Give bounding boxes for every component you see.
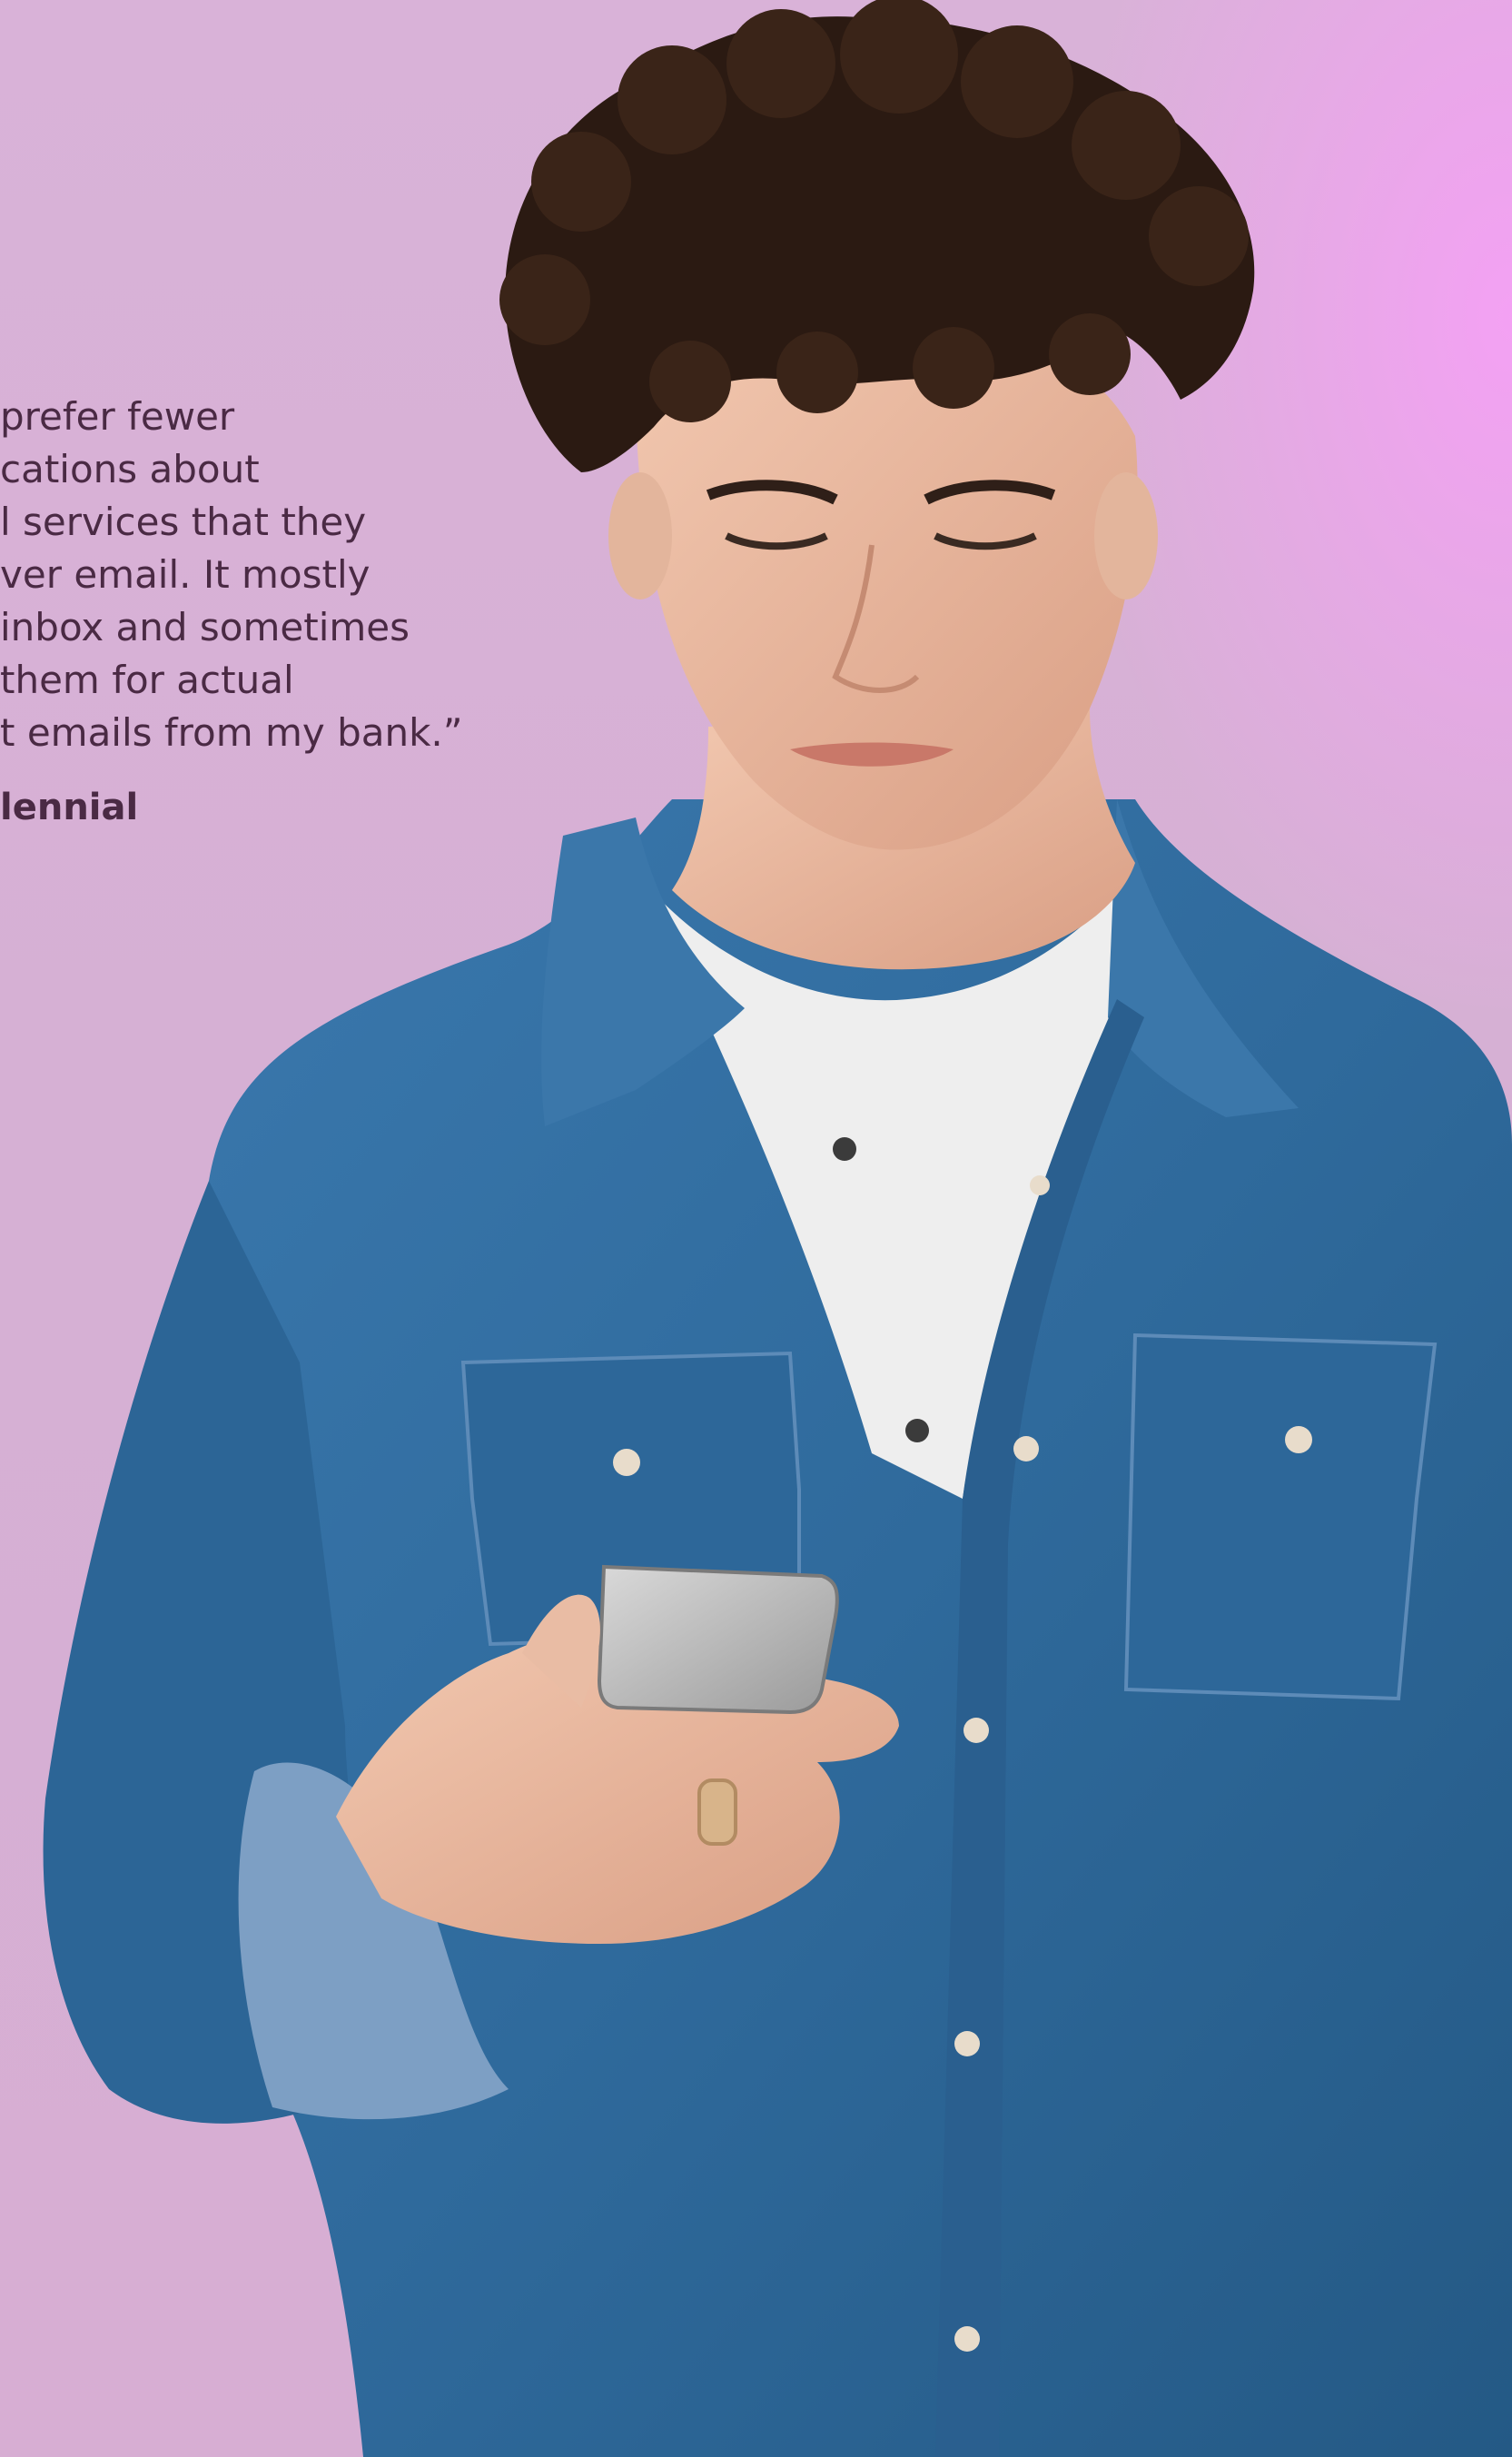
quote-line: them for actual <box>0 658 294 702</box>
quote-line: cations about <box>0 447 260 491</box>
quote-line: t emails from my bank.” <box>0 710 463 755</box>
quote-attribution: lennial <box>0 787 139 828</box>
man-with-phone-photo <box>43 0 1512 2457</box>
quote-line: l services that they <box>0 500 367 544</box>
quote-line: ver email. It mostly <box>0 552 371 597</box>
quote-line: inbox and sometimes <box>0 605 410 649</box>
testimonial-quote: prefer fewer cations about l services th… <box>0 391 509 828</box>
quote-line: prefer fewer <box>0 394 235 439</box>
quote-text: prefer fewer cations about l services th… <box>0 391 509 759</box>
